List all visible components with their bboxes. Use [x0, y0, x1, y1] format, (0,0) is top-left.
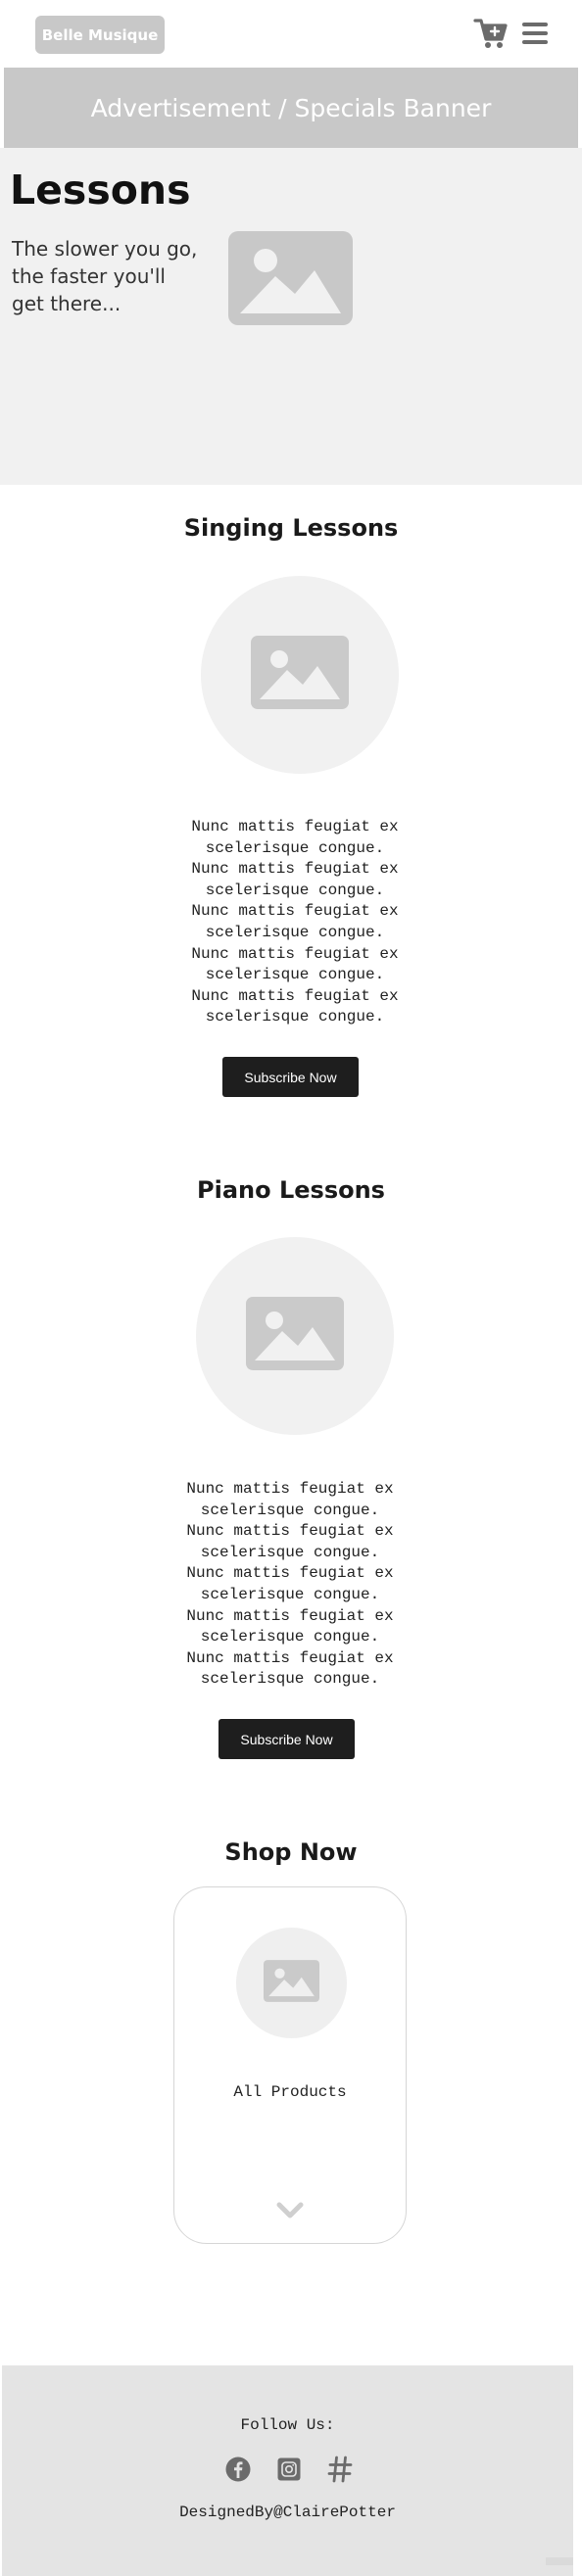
page-title: Lessons — [10, 167, 191, 214]
subscribe-button-piano[interactable]: Subscribe Now — [218, 1719, 355, 1759]
description-line: scelerisque congue. — [205, 966, 385, 984]
section-title-shop: Shop Now — [224, 1838, 358, 1866]
description-line: Nunc mattis feugiat ex — [186, 1564, 394, 1583]
description-line: scelerisque congue. — [200, 1585, 380, 1603]
description-line: scelerisque congue. — [205, 838, 385, 857]
description-line: scelerisque congue. — [200, 1543, 380, 1561]
description-line: Nunc mattis feugiat ex — [186, 1480, 394, 1498]
description-line: scelerisque congue. — [205, 923, 385, 941]
description-line: Nunc mattis feugiat ex — [186, 1522, 394, 1541]
description-line: scelerisque congue. — [200, 1501, 380, 1519]
watermark-mark — [546, 2557, 573, 2565]
instagram-icon[interactable] — [277, 2457, 301, 2486]
description-line: scelerisque congue. — [205, 1008, 385, 1026]
description-line: Nunc mattis feugiat ex — [191, 818, 399, 835]
singing-image — [201, 576, 399, 774]
description-line: Nunc mattis feugiat ex — [186, 1648, 394, 1667]
image-placeholder-icon — [251, 636, 349, 714]
singing-description: Nunc mattis feugiat ex scelerisque congu… — [148, 817, 442, 1028]
facebook-icon[interactable] — [225, 2457, 251, 2487]
description-line: scelerisque congue. — [200, 1628, 380, 1646]
description-line: Nunc mattis feugiat ex — [191, 944, 399, 963]
image-placeholder-icon — [264, 1959, 319, 2007]
logo-button[interactable]: Belle Musique — [35, 16, 165, 54]
section-title-singing: Singing Lessons — [183, 514, 399, 542]
description-line: Nunc mattis feugiat ex — [191, 860, 399, 879]
piano-description: Nunc mattis feugiat ex scelerisque congu… — [143, 1479, 437, 1691]
ad-banner[interactable]: Advertisement / Specials Banner — [4, 68, 578, 148]
cart-plus-icon[interactable] — [473, 16, 509, 51]
description-line: Nunc mattis feugiat ex — [186, 1606, 394, 1625]
section-title-piano: Piano Lessons — [197, 1176, 385, 1204]
social-links — [225, 2456, 353, 2487]
chevron-down-icon[interactable] — [275, 2200, 305, 2221]
subscribe-button-singing[interactable]: Subscribe Now — [222, 1057, 359, 1097]
designer-credit[interactable]: DesignedBy@ClairePotter — [2, 2504, 573, 2521]
shop-card-label[interactable]: All Products — [173, 2083, 407, 2101]
hashtag-icon[interactable] — [327, 2456, 353, 2488]
shop-image — [236, 1928, 347, 2038]
follow-us-label: Follow Us: — [240, 2416, 335, 2434]
piano-image — [196, 1237, 394, 1435]
description-line: scelerisque congue. — [200, 1670, 380, 1689]
hero-tagline: The slower you go, the faster you'll get… — [12, 237, 198, 315]
hamburger-menu-icon[interactable] — [519, 18, 551, 49]
image-placeholder-icon — [228, 231, 353, 325]
description-line: Nunc mattis feugiat ex — [191, 902, 399, 921]
description-line: Nunc mattis feugiat ex — [191, 986, 399, 1005]
image-placeholder-icon — [246, 1297, 344, 1375]
description-line: scelerisque congue. — [205, 881, 385, 899]
